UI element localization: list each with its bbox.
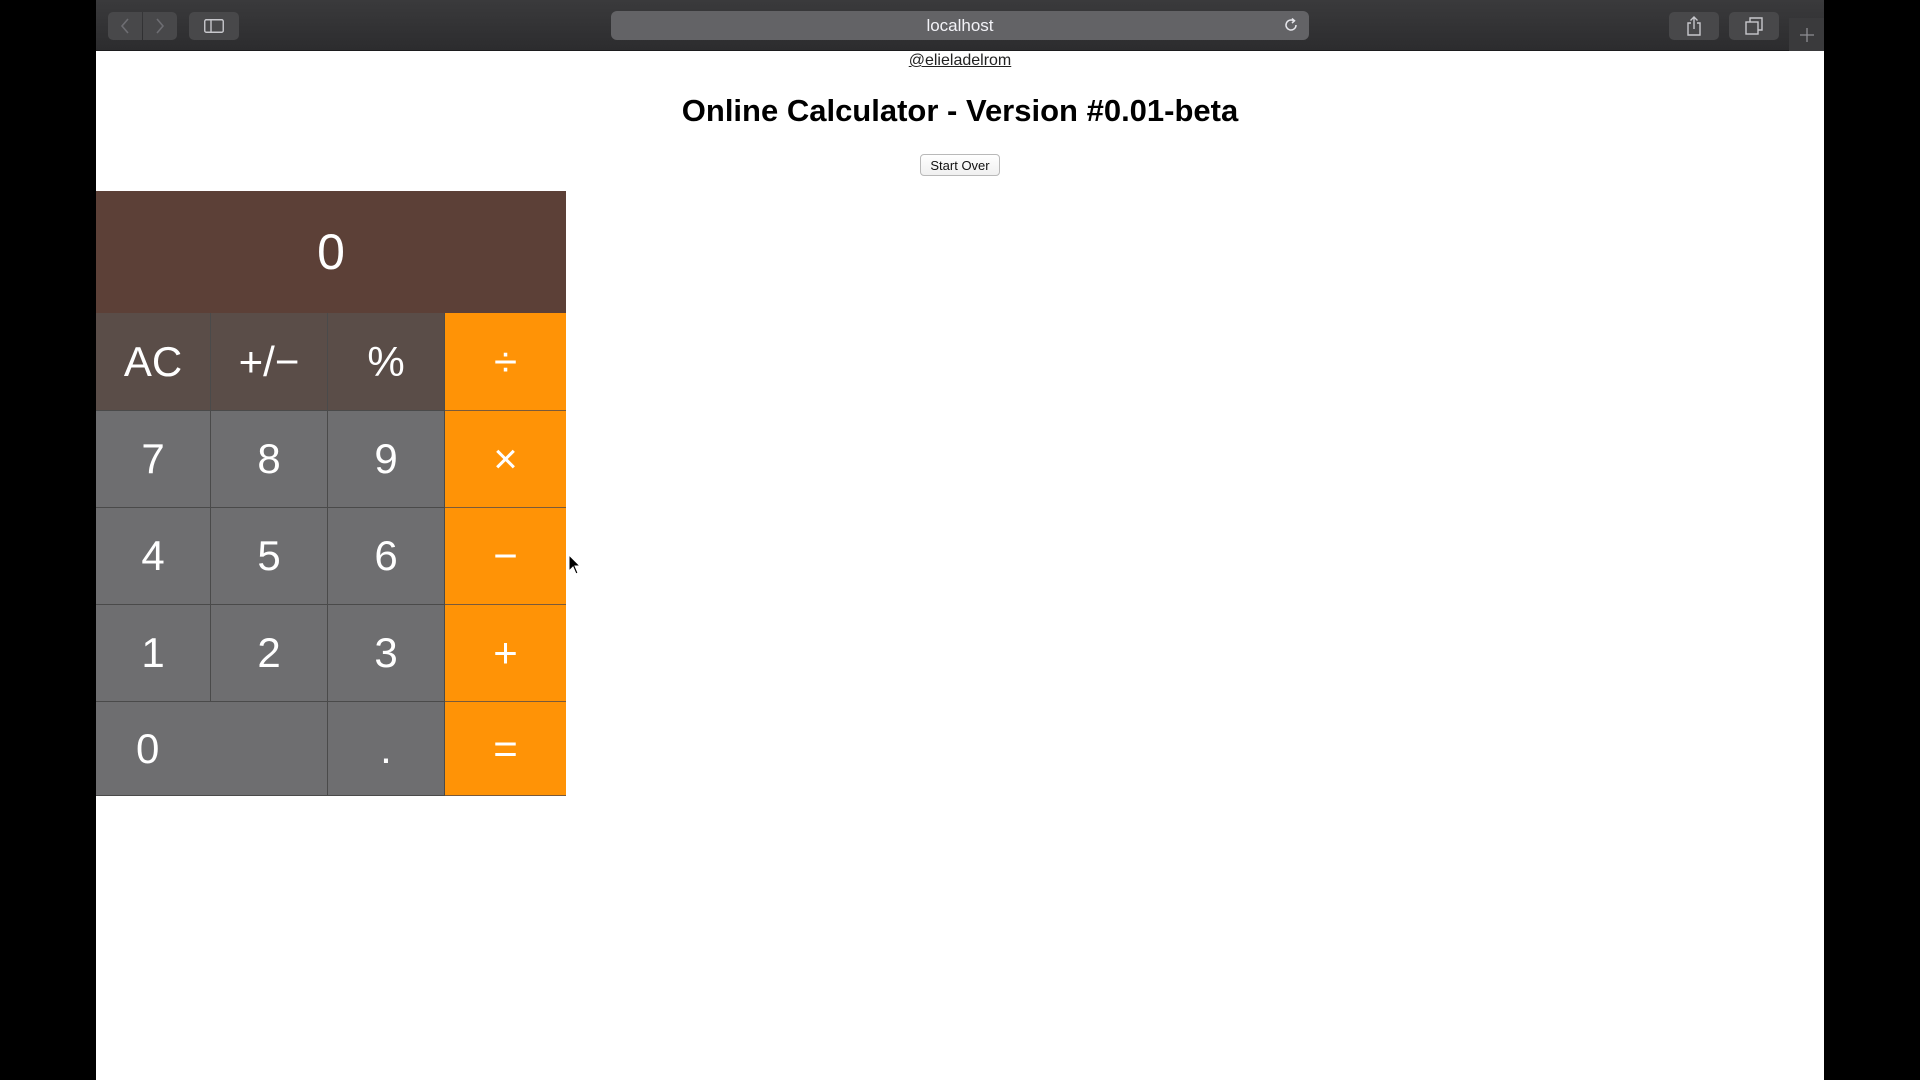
digit-6-key[interactable]: 6 [328, 508, 445, 605]
chevron-right-icon [156, 18, 165, 34]
digit-8-key[interactable]: 8 [211, 411, 328, 508]
subtract-key[interactable]: − [445, 508, 566, 605]
reload-icon[interactable] [1281, 15, 1301, 35]
sidebar-toggle-button[interactable] [189, 12, 239, 40]
page-title: Online Calculator - Version #0.01-beta [681, 93, 1239, 128]
decimal-key[interactable]: . [328, 702, 445, 796]
mouse-pointer-icon [568, 554, 582, 575]
start-over-button[interactable]: Start Over [920, 154, 1000, 176]
new-tab-button[interactable] [1789, 18, 1824, 51]
browser-window: localhost @elieladelrom Online Calculato… [96, 0, 1824, 1080]
percent-key[interactable]: % [328, 313, 445, 411]
forward-button[interactable] [143, 12, 177, 40]
digit-0-key[interactable]: 0 [96, 702, 328, 796]
calculator: 0 AC +/−% ÷ 7 8 9 × 4 5 6− 1 2 3 +0. = [96, 191, 566, 796]
digit-9-key[interactable]: 9 [328, 411, 445, 508]
clear-key[interactable]: AC [96, 313, 211, 411]
multiply-key[interactable]: × [445, 411, 566, 508]
digit-5-key[interactable]: 5 [211, 508, 328, 605]
add-key[interactable]: + [445, 605, 566, 702]
digit-4-key[interactable]: 4 [96, 508, 211, 605]
url-text: localhost [926, 15, 994, 35]
calculator-display: 0 [96, 191, 566, 313]
browser-toolbar: localhost [96, 0, 1824, 51]
equals-key[interactable]: = [445, 702, 566, 796]
digit-7-key[interactable]: 7 [96, 411, 211, 508]
address-bar[interactable]: localhost [611, 11, 1309, 40]
divide-key[interactable]: ÷ [445, 313, 566, 411]
digit-2-key[interactable]: 2 [211, 605, 328, 702]
digit-3-key[interactable]: 3 [328, 605, 445, 702]
show-tabs-button[interactable] [1729, 12, 1779, 40]
share-button[interactable] [1669, 12, 1719, 40]
share-icon [1687, 16, 1701, 36]
chevron-left-icon [120, 18, 129, 34]
author-link[interactable]: @elieladelrom [909, 52, 1012, 69]
page-content: @elieladelrom Online Calculator - Versio… [96, 51, 1824, 1080]
author-link-container: @elieladelrom [96, 52, 1824, 70]
sign-toggle-key[interactable]: +/− [211, 313, 328, 411]
sidebar-icon [204, 19, 224, 33]
plus-icon [1799, 27, 1814, 42]
tabs-icon [1745, 17, 1763, 35]
back-button[interactable] [108, 12, 142, 40]
digit-1-key[interactable]: 1 [96, 605, 211, 702]
